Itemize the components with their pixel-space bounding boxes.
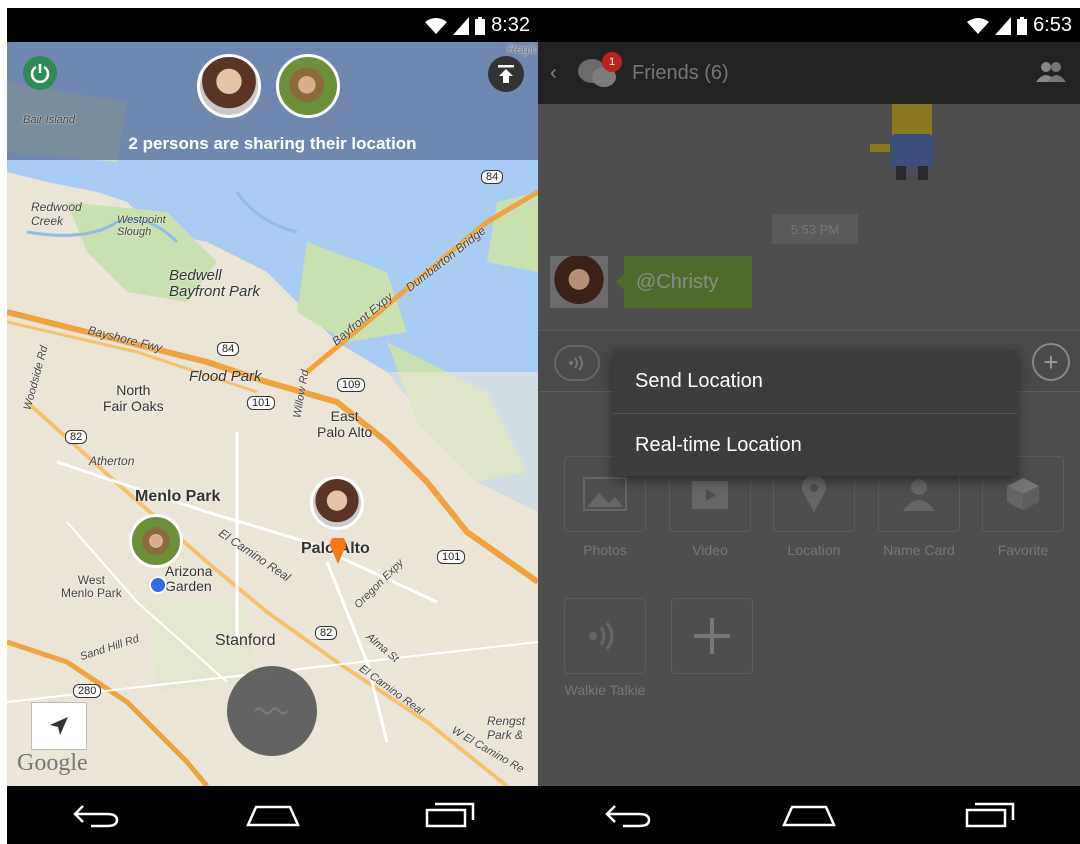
- talk-button[interactable]: [227, 666, 317, 756]
- home-icon: [245, 805, 300, 827]
- status-bar: 6:53: [538, 8, 1080, 42]
- route-shield: 82: [315, 626, 338, 640]
- friend-location-avatar[interactable]: [310, 476, 364, 530]
- voice-icon: [569, 355, 583, 371]
- google-logo: Google: [17, 750, 88, 776]
- map-label: Redwood Creek: [31, 200, 82, 228]
- route-shield: 109: [337, 378, 366, 392]
- map-label: Flood Park: [189, 368, 262, 385]
- signal-icon: [453, 16, 470, 35]
- stop-sharing-button[interactable]: [23, 56, 57, 90]
- walkie-talkie-icon: [589, 622, 614, 650]
- sticker-image: [870, 104, 934, 180]
- location-pin-icon: [802, 476, 826, 512]
- sharing-status-text: 2 persons are sharing their location: [128, 134, 417, 153]
- video-icon: [692, 481, 728, 509]
- status-icons: 6:53: [967, 14, 1072, 37]
- chat-title: Friends (6): [632, 62, 729, 84]
- map-label: North Fair Oaks: [103, 382, 164, 414]
- battery-icon: [1017, 16, 1028, 35]
- recents-icon: [425, 802, 474, 828]
- route-shield: 101: [437, 550, 466, 564]
- route-shield: 101: [247, 396, 276, 410]
- nav-bar: [538, 786, 1080, 844]
- add-icon: [694, 618, 730, 654]
- voice-input-button[interactable]: [554, 345, 600, 381]
- add-tile[interactable]: [671, 598, 753, 674]
- sharing-user-avatar[interactable]: [276, 54, 340, 118]
- sharing-user-avatar[interactable]: [197, 54, 261, 118]
- sender-avatar[interactable]: [550, 256, 608, 308]
- navigation-arrow-icon: [50, 717, 68, 735]
- map-label: West Menlo Park: [61, 573, 122, 600]
- message-bubble[interactable]: @Christy: [616, 256, 752, 308]
- status-time: 6:53: [1033, 14, 1072, 36]
- left-phone-screen: 8:32 2 persons are sharing their locatio…: [7, 8, 538, 844]
- map-view[interactable]: 2 persons are sharing their location Reg…: [7, 42, 538, 786]
- home-button[interactable]: [238, 795, 308, 835]
- nav-bar: [7, 786, 538, 844]
- unread-badge: 1: [602, 52, 622, 72]
- map-label: Atherton: [89, 454, 135, 468]
- route-shield: 84: [481, 170, 504, 184]
- sharing-header: 2 persons are sharing their location: [7, 42, 538, 160]
- back-icon: [605, 805, 651, 828]
- map-label: Stanford: [215, 632, 276, 649]
- recents-icon: [965, 802, 1014, 828]
- my-location-button[interactable]: [31, 702, 87, 750]
- menu-item-realtime-location[interactable]: Real-time Location: [613, 413, 1017, 476]
- map-label: Bedwell Bayfront Park: [169, 267, 260, 300]
- map-label: Menlo Park: [135, 488, 221, 505]
- map-label: Bair Island: [23, 114, 75, 126]
- back-button[interactable]: [593, 795, 663, 835]
- tile-label: Walkie Talkie: [564, 682, 646, 698]
- people-icon[interactable]: [1036, 60, 1066, 84]
- recents-button[interactable]: [955, 795, 1025, 835]
- friend-location-avatar[interactable]: [129, 514, 183, 568]
- location-popup-menu: Send Location Real-time Location: [613, 350, 1017, 476]
- right-phone-screen: 6:53 ‹ 1 Friends (6) 5:53 PM @Christy +: [538, 8, 1080, 844]
- contact-icon: [903, 479, 935, 511]
- arrow-up-icon: [498, 65, 514, 83]
- map-label: Regio: [507, 42, 538, 56]
- signal-icon: [995, 16, 1012, 35]
- back-icon: [72, 805, 118, 828]
- status-icons: 8:32: [425, 14, 530, 37]
- tile-label: Photos: [583, 542, 627, 558]
- wifi-icon: [967, 17, 990, 34]
- minimize-button[interactable]: [488, 56, 524, 92]
- back-chevron-icon[interactable]: ‹: [550, 62, 557, 85]
- route-shield: 280: [73, 684, 102, 698]
- recents-button[interactable]: [415, 795, 485, 835]
- home-button[interactable]: [774, 795, 844, 835]
- tile-label: Favorite: [997, 542, 1049, 558]
- message-timestamp: 5:53 PM: [772, 214, 858, 244]
- walkie-talkie-tile[interactable]: [564, 598, 646, 674]
- location-pin-icon: [330, 538, 346, 564]
- chat-screen: ‹ 1 Friends (6) 5:53 PM @Christy + Photo…: [538, 42, 1080, 786]
- route-shield: 84: [217, 342, 240, 356]
- map-label: East Palo Alto: [317, 408, 373, 440]
- wifi-icon: [425, 17, 448, 34]
- back-button[interactable]: [61, 795, 131, 835]
- menu-item-send-location[interactable]: Send Location: [613, 350, 1017, 413]
- map-label: Westpoint Slough: [117, 214, 166, 238]
- chat-action-bar: ‹ 1 Friends (6): [538, 42, 1080, 104]
- my-location-dot: [149, 576, 167, 594]
- sound-wave-icon: [255, 707, 288, 715]
- map-label: Arizona Garden: [165, 563, 213, 594]
- status-time: 8:32: [491, 14, 530, 36]
- home-icon: [782, 805, 836, 827]
- tile-label: Video: [692, 542, 728, 558]
- tile-label: Name Card: [883, 542, 955, 558]
- map-label: Rengst Park &: [487, 714, 526, 742]
- more-options-button[interactable]: +: [1032, 343, 1070, 381]
- tile-label: Location: [787, 542, 841, 558]
- status-bar: 8:32: [7, 8, 538, 42]
- box-icon: [1007, 478, 1039, 510]
- power-icon: [30, 64, 50, 83]
- battery-icon: [475, 16, 486, 35]
- photo-icon: [583, 477, 627, 511]
- route-shield: 82: [65, 430, 88, 444]
